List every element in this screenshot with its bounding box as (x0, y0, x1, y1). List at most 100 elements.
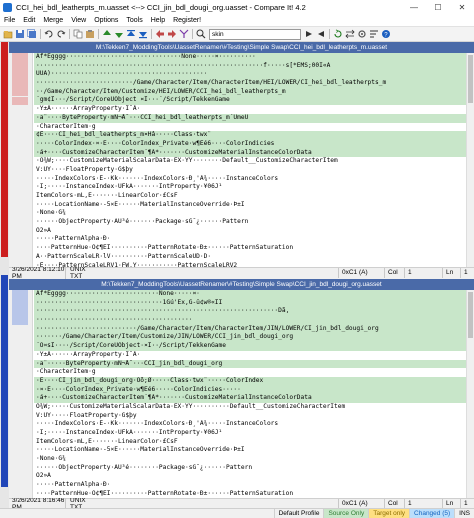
merge-icon[interactable] (178, 29, 189, 40)
code-line[interactable]: ·Í;·····InstanceIndex·ÜFkÁ·······IntProp… (34, 429, 466, 438)
difference-overview-strip[interactable] (0, 42, 9, 508)
source-text-view[interactable]: Áf*Êgggg·······························N… (9, 53, 474, 267)
code-line[interactable]: ·CharacterItem·g (34, 122, 466, 132)
code-line[interactable]: ·¤·É····ColorIndex_Private·w¶Eé6·····Col… (34, 385, 466, 395)
code-line[interactable]: ·á+····CustomizeCharacterItem´¶Ä*·······… (34, 394, 466, 403)
toolbar-separator (192, 29, 193, 39)
menu-tools[interactable]: Tools (122, 17, 146, 24)
code-line[interactable]: ´Ò¤sÏ····/Script/CoreUObject·¤Ï··/Script… (34, 342, 466, 351)
code-line[interactable]: ÜÜÂ)····································… (34, 70, 466, 80)
code-line[interactable]: ¢Ë····CI_hei_bdl_leatherpts_m¤Hâ·····Cla… (34, 131, 466, 140)
code-line[interactable]: Ò2»Â (34, 472, 466, 482)
code-line[interactable]: ´gm¢Ï···/Script/CoreUObject ¤Ï···´/Scrip… (34, 96, 466, 106)
status-source-only[interactable]: Source Only (323, 508, 369, 518)
code-line[interactable]: Á··PatternScaleLR·lV··········PatternSca… (34, 252, 466, 262)
code-line[interactable]: ·None·G¾ (34, 209, 466, 219)
code-line[interactable]: ·Ò¾W;····CustomizeMaterialScalarData·ÊX·… (34, 157, 466, 166)
help-icon[interactable]: ? (380, 29, 391, 40)
source-scroll-thumb[interactable] (468, 55, 473, 103)
open-files-icon[interactable] (2, 29, 13, 40)
menu-view[interactable]: View (67, 17, 90, 24)
first-diff-icon[interactable] (125, 29, 136, 40)
source-char-code: 0xC1 (A) (338, 267, 384, 278)
search-text[interactable] (212, 30, 292, 38)
code-line[interactable]: ·····LocationName·-5×Ê······MaterialInst… (34, 446, 466, 456)
code-line[interactable]: ·····IndexColors·Ë-·Kk·······IndexColors… (34, 420, 466, 429)
menu-edit[interactable]: Edit (19, 17, 39, 24)
code-line[interactable]: ·····PatternAlpha·Ð· (34, 481, 466, 490)
menu-register[interactable]: Register! (169, 17, 205, 24)
copy-left-icon[interactable] (154, 29, 165, 40)
code-line[interactable]: ·None·G¾ (34, 455, 466, 464)
target-status-bar: 3/26/2021 8:16:46 PM UNIX TXT 0xC1 (A) C… (9, 496, 474, 511)
code-line[interactable]: ····PatternHue·Ö¢¶ÈÏ··········PatternRot… (34, 489, 466, 498)
last-diff-icon[interactable] (137, 29, 148, 40)
code-line[interactable]: ·É····CI_jin_bdl_dougi_org·Öõ;Ø·····Clas… (34, 376, 466, 386)
code-line[interactable]: ········································… (34, 307, 466, 317)
redo-icon[interactable] (55, 29, 66, 40)
copy-right-icon[interactable] (166, 29, 177, 40)
code-line[interactable]: ··/Game/Character/Item/Customize/HEI/LOW… (34, 87, 466, 97)
code-line[interactable]: ··························/Game/Characte… (34, 79, 466, 88)
swap-icon[interactable] (344, 29, 355, 40)
options-icon[interactable] (356, 29, 367, 40)
code-line[interactable]: ItemColors·mL,Ê·······LinearColor·£CsF (34, 437, 466, 447)
code-line[interactable]: ·····LocationName·-5×Ê······MaterialInst… (34, 200, 466, 210)
code-line[interactable]: Ò¾W;·····CustomizeMaterialScalarData·ÊX·… (34, 402, 466, 412)
target-scroll-thumb[interactable] (468, 292, 473, 338)
find-next-icon[interactable] (303, 29, 314, 40)
code-line[interactable]: ········································… (34, 316, 466, 325)
code-line[interactable]: ·····IndexColors·Ë-·Kk·······IndexColors… (34, 174, 466, 184)
code-line[interactable]: ·····ColorIndex·¤·É····ColorIndex_Privat… (34, 139, 466, 149)
paste-icon[interactable] (84, 29, 95, 40)
prev-diff-icon[interactable] (101, 29, 112, 40)
copy-icon[interactable] (72, 29, 83, 40)
menu-merge[interactable]: Merge (39, 17, 67, 24)
code-line[interactable]: Ò2»Â (34, 226, 466, 236)
code-line[interactable]: ··································1Gú'Èx… (34, 298, 466, 308)
code-line[interactable]: ······ObjectProperty·AÚ³é·······Package·… (34, 218, 466, 227)
code-line[interactable]: ·······/Game/Character/Item/Customize/JI… (34, 333, 466, 343)
menu-help[interactable]: Help (147, 17, 169, 24)
toolbar-separator (151, 29, 152, 39)
code-line[interactable]: ····PatternHue·Ö¢¶ÈÏ··········PatternRot… (34, 244, 466, 253)
search-input[interactable] (209, 28, 301, 40)
find-icon[interactable] (195, 29, 206, 40)
recompare-icon[interactable] (332, 29, 343, 40)
code-line[interactable]: ·Ë····PatternScaleLRV1·FW,Y···········Pa… (34, 261, 466, 267)
save-icon[interactable] (14, 29, 25, 40)
minimize-button[interactable]: — (402, 0, 426, 14)
menu-options[interactable]: Options (90, 17, 122, 24)
code-line[interactable]: V:UÝ·····FloatProperty·G$þy (34, 411, 466, 421)
code-line[interactable]: Áf*Êgggg·······························N… (34, 53, 466, 62)
code-line[interactable]: V:UÝ····FloatProperty·G$þy (34, 165, 466, 175)
maximize-button[interactable]: ☐ (426, 0, 450, 14)
code-line[interactable]: ItemColors·mL,Ê·······LinearColor·£CsF (34, 192, 466, 201)
source-scrollbar[interactable] (466, 53, 474, 267)
code-line[interactable]: ········································… (34, 61, 466, 71)
find-prev-icon[interactable] (315, 29, 326, 40)
code-line[interactable]: ·Ý±Ä······ArrayProperty·Í¯Ä· (34, 105, 466, 114)
code-line[interactable]: ·a¨·····ByteProperty·mN¬Å¯···CCI_jin_bdl… (34, 359, 466, 369)
next-diff-icon[interactable] (113, 29, 124, 40)
code-line[interactable]: ·····PatternAlpha·Ð· (34, 235, 466, 245)
target-scrollbar[interactable] (466, 290, 474, 498)
source-lines: Áf*Êgggg·······························N… (34, 53, 466, 267)
target-text-view[interactable]: Áf*Êgggg·························None···… (9, 290, 474, 498)
code-line[interactable]: ·a¨····ByteProperty·mN¬Å¯···CCI_hei_bdl_… (34, 113, 466, 123)
save-all-icon[interactable] (26, 29, 37, 40)
code-line[interactable]: ·á+····CustomizeCharacterItem´¶Ä*·······… (34, 148, 466, 158)
close-button[interactable]: ✕ (450, 0, 474, 14)
code-line[interactable]: ···························/Game/Charact… (34, 324, 466, 334)
status-target-only[interactable]: Target only (368, 508, 410, 518)
word-wrap-icon[interactable] (368, 29, 379, 40)
menu-file[interactable]: File (0, 17, 19, 24)
status-profile[interactable]: Default Profile (273, 508, 324, 518)
code-line[interactable]: ·Ý±Ä······ArrayProperty·Í¯Ä· (34, 350, 466, 360)
undo-icon[interactable] (43, 29, 54, 40)
status-changed[interactable]: Changed (5) (409, 508, 455, 518)
code-line[interactable]: ······ObjectProperty·AÚ³é········Package… (34, 463, 466, 473)
code-line[interactable]: ·Í;·····InstanceIndex·ÜFkÁ·······IntProp… (34, 183, 466, 192)
code-line[interactable]: ·CharacterItem·g (34, 368, 466, 377)
code-line[interactable]: Áf*Êgggg·························None···… (34, 290, 466, 299)
